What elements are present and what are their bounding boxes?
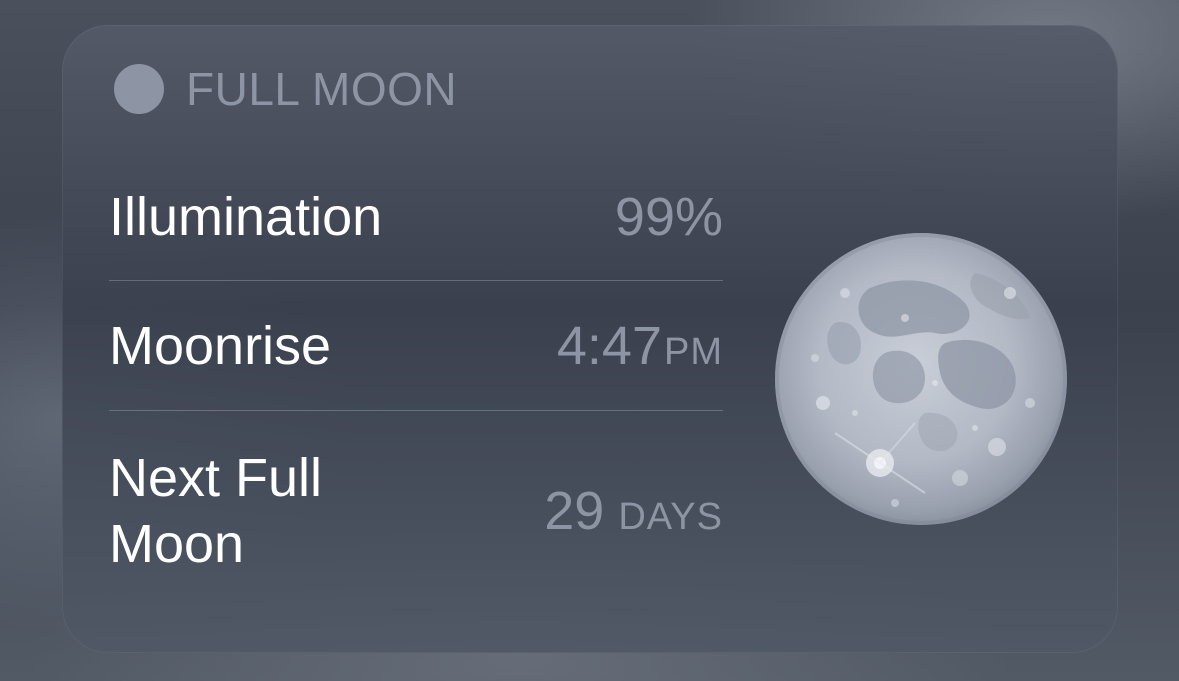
- next-full-moon-row: Next Full Moon 29 DAYS: [109, 411, 723, 611]
- moon-illustration-icon: [775, 233, 1067, 525]
- moon-phase-widget[interactable]: FULL MOON Illumination 99% Moonrise 4:47…: [62, 25, 1118, 653]
- moonrise-value: 4:47PM: [557, 315, 723, 377]
- moon-details-list: Illumination 99% Moonrise 4:47PM Next Fu…: [109, 153, 723, 611]
- illumination-row: Illumination 99%: [109, 153, 723, 281]
- next-full-moon-value: 29 DAYS: [544, 480, 723, 542]
- illumination-value: 99%: [614, 186, 723, 247]
- moon-phase-icon: [114, 64, 164, 114]
- next-full-moon-count: 29: [544, 481, 605, 541]
- moonrise-row: Moonrise 4:47PM: [109, 281, 723, 411]
- next-full-moon-unit: DAYS: [618, 496, 723, 538]
- moonrise-ampm: PM: [664, 330, 723, 373]
- widget-header: FULL MOON: [114, 63, 457, 115]
- full-moon-image: [775, 233, 1067, 525]
- moonrise-label: Moonrise: [109, 315, 332, 376]
- moonrise-time: 4:47: [556, 315, 662, 376]
- illumination-label: Illumination: [109, 186, 383, 247]
- moon-phase-title: FULL MOON: [186, 63, 458, 115]
- next-full-moon-label: Next Full Moon: [109, 448, 323, 574]
